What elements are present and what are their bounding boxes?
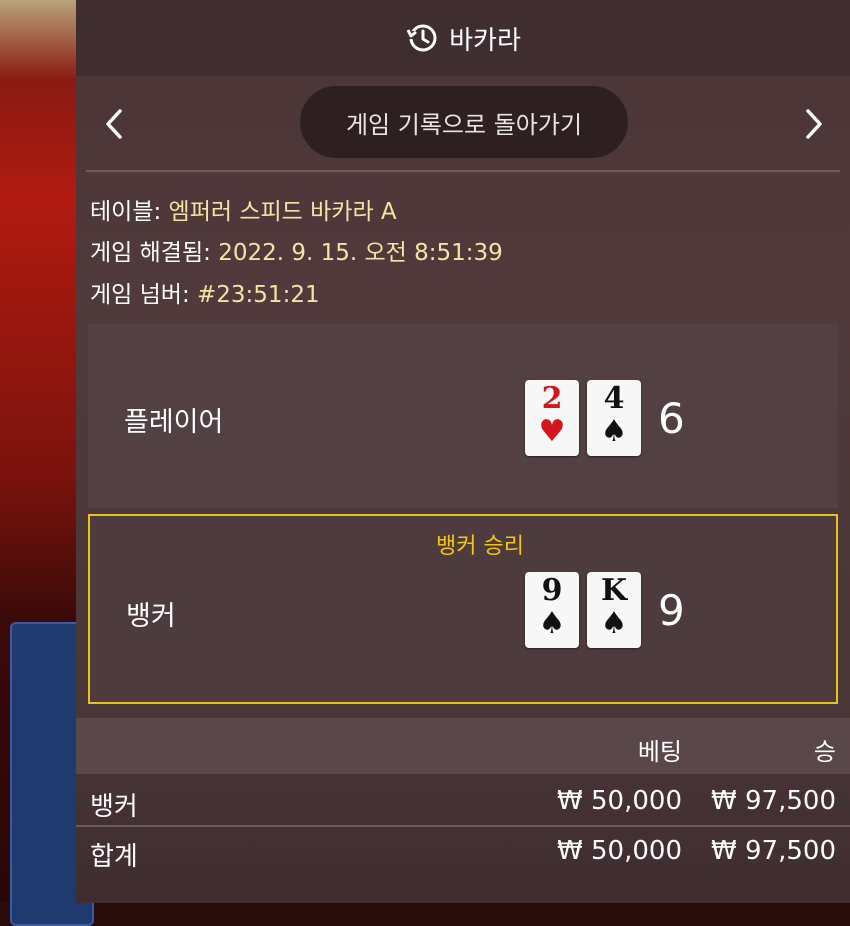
- history-icon: [405, 21, 439, 55]
- previous-game-button[interactable]: [94, 104, 134, 144]
- banker-score: 9: [658, 586, 685, 635]
- game-number-info: 게임 넘버: #23:51:21: [90, 275, 320, 309]
- banker-card-1: 9 ♠: [525, 572, 579, 648]
- player-score: 6: [658, 394, 685, 443]
- table-value: 엠퍼러 스피드 바카라 A: [168, 199, 397, 225]
- spade-suit-icon: ♠: [538, 606, 566, 641]
- card-rank: 4: [603, 381, 625, 416]
- page-title: 바카라: [449, 25, 521, 56]
- spade-suit-icon: ♠: [600, 414, 628, 449]
- bet-name: 뱅커: [90, 792, 138, 822]
- card-rank: K: [600, 573, 628, 608]
- heart-suit-icon: ♥: [538, 414, 566, 449]
- total-label: 합계: [90, 842, 138, 872]
- casino-table-background: [0, 0, 94, 926]
- next-game-button[interactable]: [794, 104, 834, 144]
- table-info: 테이블: 엠퍼러 스피드 바카라 A: [90, 192, 397, 226]
- total-win: ₩ 97,500: [711, 836, 836, 866]
- resolved-info: 게임 해결됨: 2022. 9. 15. 오전 8:51:39: [90, 233, 503, 267]
- player-card-2: 4 ♠: [587, 380, 641, 456]
- resolved-value: 2022. 9. 15. 오전 8:51:39: [218, 240, 503, 266]
- back-to-history-button[interactable]: 게임 기록으로 돌아가기: [300, 86, 628, 158]
- player-label: 플레이어: [124, 407, 224, 438]
- winner-label: 뱅커 승리: [436, 534, 524, 559]
- title-bar: 바카라: [76, 0, 850, 76]
- navigation-row: 게임 기록으로 돌아가기: [76, 76, 850, 170]
- table-row: 뱅커 ₩ 50,000 ₩ 97,500: [76, 776, 850, 826]
- player-result: 플레이어 2 ♥ 4 ♠ 6: [88, 324, 838, 508]
- banker-card-2: K ♠: [587, 572, 641, 648]
- resolved-label: 게임 해결됨:: [90, 240, 211, 266]
- total-bet: ₩ 50,000: [557, 836, 682, 866]
- game-number-value: #23:51:21: [197, 282, 320, 308]
- divider: [86, 170, 840, 172]
- win-column-header: 승: [813, 738, 836, 766]
- game-history-panel: 바카라 게임 기록으로 돌아가기 테이블: 엠퍼러 스피드 바카라 A 게임 해…: [76, 0, 850, 903]
- total-row: 합계 ₩ 50,000 ₩ 97,500: [76, 826, 850, 876]
- spade-suit-icon: ♠: [600, 606, 628, 641]
- card-rank: 2: [541, 381, 563, 416]
- banker-label: 뱅커: [126, 601, 176, 632]
- chevron-right-icon: [806, 109, 822, 139]
- bets-table-header: 베팅 승: [76, 718, 850, 774]
- game-number-label: 게임 넘버:: [90, 282, 190, 308]
- win-amount: ₩ 97,500: [711, 786, 836, 816]
- bet-column-header: 베팅: [637, 738, 682, 766]
- card-rank: 9: [541, 573, 563, 608]
- banker-result: 뱅커 승리 뱅커 9 ♠ K ♠ 9: [88, 514, 838, 704]
- table-label: 테이블:: [90, 199, 162, 225]
- bet-amount: ₩ 50,000: [557, 786, 682, 816]
- player-card-1: 2 ♥: [525, 380, 579, 456]
- chevron-left-icon: [106, 109, 122, 139]
